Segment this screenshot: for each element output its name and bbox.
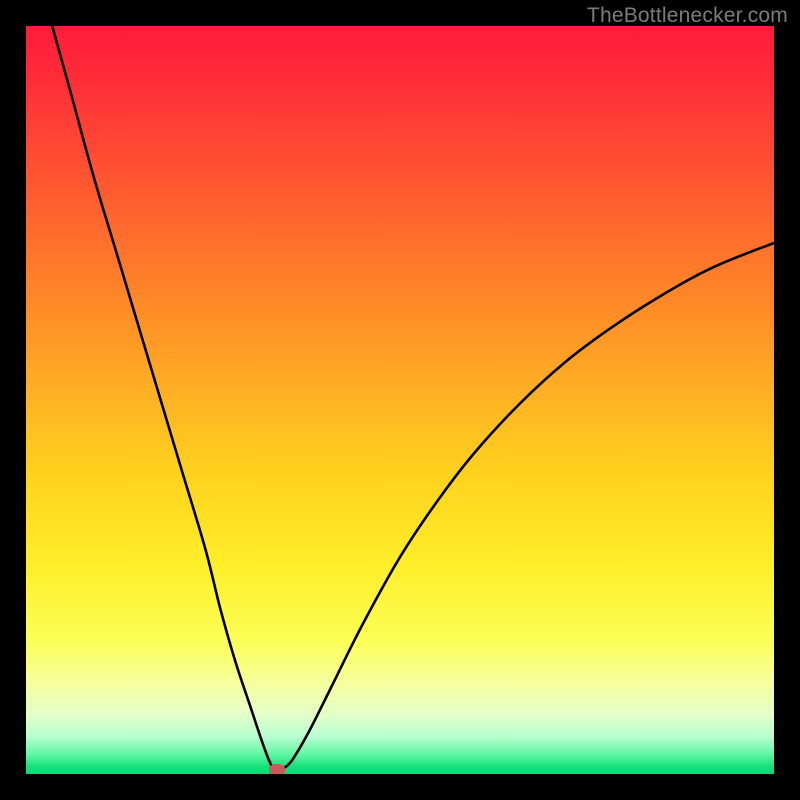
optimal-point-marker — [269, 764, 285, 775]
plot-area — [26, 26, 774, 774]
bottleneck-curve — [26, 26, 774, 774]
watermark-text: TheBottlenecker.com — [587, 4, 788, 28]
chart-frame: TheBottlenecker.com — [0, 0, 800, 800]
